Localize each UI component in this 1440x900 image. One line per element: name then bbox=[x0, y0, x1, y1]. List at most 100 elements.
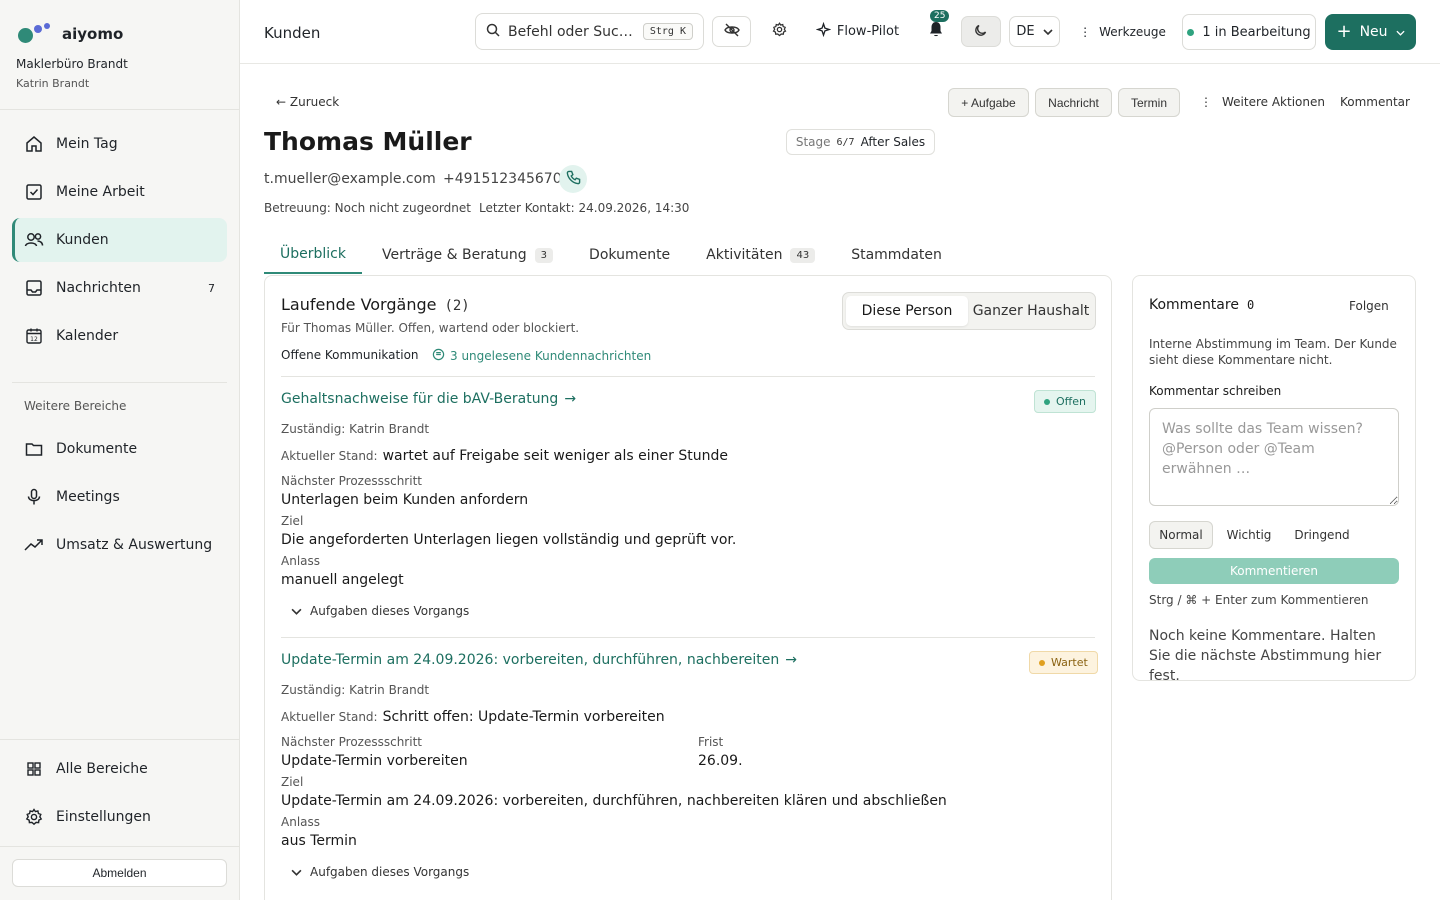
divider bbox=[281, 637, 1095, 638]
phone-icon bbox=[566, 170, 581, 189]
new-label: Neu bbox=[1359, 24, 1388, 40]
sidebar-item-nachrichten[interactable]: Nachrichten 7 bbox=[12, 266, 227, 310]
checkbox-icon bbox=[24, 182, 44, 202]
tasks-toggle[interactable]: Aufgaben dieses Vorgangs bbox=[291, 865, 469, 879]
folder-icon bbox=[24, 439, 44, 459]
search-input[interactable]: Befehl oder Suc… bbox=[508, 24, 635, 40]
unread-messages-link[interactable]: 3 ungelesene Kundennachrichten bbox=[432, 348, 651, 364]
divider bbox=[281, 376, 1095, 377]
new-button[interactable]: + Neu bbox=[1325, 14, 1416, 50]
message-button[interactable]: Nachricht bbox=[1035, 88, 1112, 117]
tab-contracts[interactable]: Verträge & Beratung 3 bbox=[362, 236, 569, 274]
logo-icon bbox=[18, 22, 54, 46]
sidebar-item-label: Einstellungen bbox=[56, 809, 151, 825]
phone-number[interactable]: +4915123456701 bbox=[443, 171, 571, 187]
tools-menu[interactable]: ⋮ Werkzeuge bbox=[1079, 16, 1166, 47]
sidebar-item-kunden[interactable]: Kunden bbox=[12, 218, 227, 262]
scope-household-button[interactable]: Ganzer Haushalt bbox=[970, 296, 1092, 326]
unread-label: 3 ungelesene Kundennachrichten bbox=[450, 349, 652, 363]
sidebar-item-umsatz[interactable]: Umsatz & Auswertung bbox=[12, 523, 227, 567]
process-title-link[interactable]: Update-Termin am 24.09.2026: vorbereiten… bbox=[281, 652, 797, 668]
privacy-toggle-button[interactable] bbox=[712, 16, 751, 47]
sidebar-item-label: Kunden bbox=[56, 232, 109, 248]
comments-count: 0 bbox=[1246, 298, 1255, 312]
brand-name: aiyomo bbox=[62, 25, 124, 43]
field-label: Ziel bbox=[281, 775, 304, 789]
call-button[interactable] bbox=[559, 165, 587, 193]
sidebar-item-meetings[interactable]: Meetings bbox=[12, 475, 227, 519]
stage-badge: Stage 6/7 After Sales bbox=[786, 129, 935, 155]
gear-icon bbox=[772, 22, 787, 41]
priority-normal-button[interactable]: Normal bbox=[1149, 521, 1213, 549]
card-title: Laufende Vorgänge (2) bbox=[281, 295, 470, 314]
sidebar-item-kalender[interactable]: 12 Kalender bbox=[12, 314, 227, 358]
priority-important-button[interactable]: Wichtig bbox=[1217, 521, 1281, 549]
deadline-value: 26.09. bbox=[698, 753, 743, 769]
dark-mode-toggle[interactable] bbox=[961, 16, 1001, 47]
tab-count-badge: 43 bbox=[790, 247, 816, 263]
in-progress-label: 1 in Bearbeitung bbox=[1202, 24, 1311, 40]
sidebar-divider bbox=[0, 109, 239, 110]
more-actions-menu[interactable]: ⋮ Weitere Aktionen bbox=[1200, 95, 1325, 109]
scope-person-button[interactable]: Diese Person bbox=[846, 296, 968, 326]
search-icon bbox=[486, 23, 500, 41]
chevron-down-icon bbox=[1043, 24, 1053, 39]
in-progress-button[interactable]: 1 in Bearbeitung bbox=[1182, 14, 1316, 50]
sidebar-item-dokumente[interactable]: Dokumente bbox=[12, 427, 227, 471]
comment-button[interactable]: Kommentar bbox=[1340, 95, 1410, 109]
flow-pilot-label: Flow-Pilot bbox=[836, 24, 900, 39]
chat-icon bbox=[432, 348, 445, 364]
command-search[interactable]: Befehl oder Suc… Strg K bbox=[475, 13, 704, 50]
logout-button[interactable]: Abmelden bbox=[12, 859, 227, 887]
tab-activities[interactable]: Aktivitäten 43 bbox=[686, 236, 831, 274]
language-select[interactable]: DE bbox=[1009, 16, 1060, 47]
sidebar-item-label: Nachrichten bbox=[56, 280, 141, 296]
status-label: Wartet bbox=[1051, 656, 1088, 669]
arrow-right-icon: → bbox=[564, 391, 577, 407]
stage-name: After Sales bbox=[860, 135, 926, 149]
submit-comment-button[interactable]: Kommentieren bbox=[1149, 558, 1399, 584]
sidebar-item-label: Alle Bereiche bbox=[56, 761, 148, 777]
card-subtitle: Für Thomas Müller. Offen, wartend oder b… bbox=[281, 321, 580, 335]
comment-input[interactable] bbox=[1149, 408, 1399, 506]
comments-title-text: Kommentare bbox=[1149, 297, 1239, 313]
process-title-link[interactable]: Gehaltsnachweise für die bAV-Beratung → bbox=[281, 391, 576, 407]
tab-documents[interactable]: Dokumente bbox=[569, 236, 686, 274]
process-count: (2) bbox=[444, 298, 470, 314]
flow-pilot-button[interactable]: Flow-Pilot bbox=[810, 16, 905, 47]
notifications-button[interactable]: 25 bbox=[920, 10, 952, 47]
tab-overview[interactable]: Überblick bbox=[264, 236, 362, 274]
status-badge: Offen bbox=[1034, 390, 1096, 413]
tasks-toggle[interactable]: Aufgaben dieses Vorgangs bbox=[291, 604, 469, 618]
empty-state: Noch keine Kommentare. Halten Sie die nä… bbox=[1149, 628, 1382, 684]
stage-label: Stage bbox=[795, 135, 831, 149]
sidebar-item-meine-arbeit[interactable]: Meine Arbeit bbox=[12, 170, 227, 214]
section-label: Weitere Bereiche bbox=[24, 399, 127, 413]
inbox-icon bbox=[24, 278, 44, 298]
user-name: Katrin Brandt bbox=[16, 77, 90, 90]
tab-master-data[interactable]: Stammdaten bbox=[831, 236, 958, 274]
sidebar-item-einstellungen[interactable]: Einstellungen bbox=[12, 795, 227, 839]
reason-value: manuell angelegt bbox=[281, 572, 404, 588]
sidebar-item-alle-bereiche[interactable]: Alle Bereiche bbox=[12, 747, 227, 791]
brand[interactable]: aiyomo bbox=[18, 22, 123, 46]
add-task-button[interactable]: + Aufgabe bbox=[948, 88, 1029, 117]
appointment-button[interactable]: Termin bbox=[1118, 88, 1180, 117]
priority-urgent-button[interactable]: Dringend bbox=[1285, 521, 1359, 549]
eye-off-icon bbox=[723, 23, 740, 41]
follow-button[interactable]: Folgen bbox=[1349, 299, 1389, 313]
comments-title: Kommentare 0 bbox=[1149, 297, 1254, 313]
settings-button[interactable] bbox=[762, 16, 796, 47]
sidebar-item-mein-tag[interactable]: Mein Tag bbox=[12, 122, 227, 166]
card-title-text: Laufende Vorgänge bbox=[281, 295, 437, 314]
status-dot-icon bbox=[1044, 398, 1050, 405]
email-link[interactable]: t.mueller@example.com bbox=[264, 171, 436, 187]
back-link[interactable]: ← Zurueck bbox=[276, 95, 339, 109]
sidebar-item-label: Kalender bbox=[56, 328, 119, 344]
chevron-down-icon bbox=[291, 604, 302, 618]
field-label: Anlass bbox=[281, 554, 321, 568]
tab-label: Dokumente bbox=[589, 247, 671, 263]
tab-label: Verträge & Beratung bbox=[381, 247, 527, 263]
tab-label: Stammdaten bbox=[851, 247, 942, 263]
sidebar-divider bbox=[12, 382, 227, 383]
